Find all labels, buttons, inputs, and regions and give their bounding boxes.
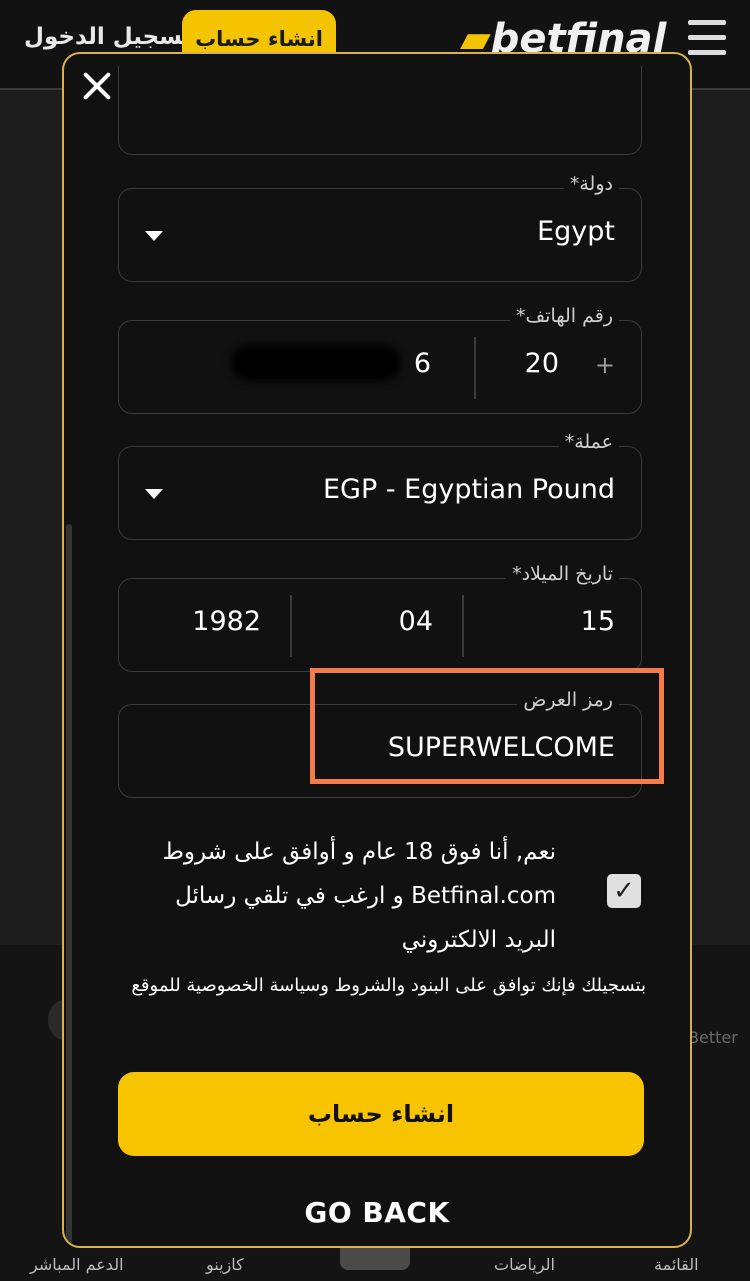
birthdate-label: تاريخ الميلاد*: [506, 563, 619, 585]
create-account-button[interactable]: انشاء حساب: [118, 1072, 644, 1156]
previous-field[interactable]: [118, 66, 642, 155]
phone-prefix: +: [594, 351, 615, 379]
nav-item-sports[interactable]: الرياضات: [494, 1255, 555, 1274]
birth-month-select[interactable]: 04: [399, 606, 433, 637]
nav-item-live-support[interactable]: الدعم المباشر: [30, 1255, 124, 1274]
scrollbar-thumb[interactable]: [66, 524, 72, 1244]
promo-highlight-box: [310, 668, 664, 784]
phone-country-code[interactable]: 20: [525, 348, 559, 379]
phone-divider: [474, 337, 476, 399]
nav-item-casino[interactable]: كازينو: [206, 1255, 244, 1274]
chevron-down-icon: [145, 489, 163, 499]
nav-item-menu[interactable]: القائمة: [654, 1255, 699, 1274]
birth-day-select[interactable]: 15: [581, 606, 615, 637]
currency-label: عملة*: [558, 431, 619, 453]
better-badge: Better: [688, 1028, 738, 1047]
country-value: Egypt: [537, 216, 615, 247]
currency-select[interactable]: عملة* EGP - Egyptian Pound: [118, 431, 642, 540]
birthdate-divider: [462, 595, 464, 657]
birth-year-select[interactable]: 1982: [192, 606, 261, 637]
scrollbar[interactable]: [66, 124, 72, 1244]
consent-text: نعم, أنا فوق 18 عام و أوافق على شروط Bet…: [162, 839, 556, 953]
close-icon[interactable]: [82, 72, 112, 102]
terms-text: بتسجيلك فإنك توافق على البنود والشروط وس…: [131, 975, 646, 996]
login-link[interactable]: تسجيل الدخول: [24, 24, 191, 50]
chevron-down-icon: [145, 231, 163, 241]
consent-checkbox[interactable]: ✓: [607, 874, 641, 908]
go-back-button[interactable]: GO BACK: [64, 1196, 690, 1229]
phone-number-input[interactable]: 6: [414, 348, 431, 379]
birthdate-field: تاريخ الميلاد* 15 04 1982: [118, 563, 642, 672]
phone-field: رقم الهاتف* + 20 6: [118, 305, 642, 414]
checkmark-icon: ✓: [613, 876, 635, 906]
birthdate-divider: [290, 595, 292, 657]
currency-value: EGP - Egyptian Pound: [322, 474, 615, 505]
country-select[interactable]: دولة* Egypt: [118, 173, 642, 282]
phone-label: رقم الهاتف*: [509, 305, 619, 327]
registration-modal: دولة* Egypt رقم الهاتف* + 20 6 عملة* EGP…: [62, 52, 692, 1248]
country-label: دولة*: [563, 173, 619, 195]
redaction-mark: [231, 345, 401, 381]
hamburger-icon[interactable]: [688, 20, 726, 65]
